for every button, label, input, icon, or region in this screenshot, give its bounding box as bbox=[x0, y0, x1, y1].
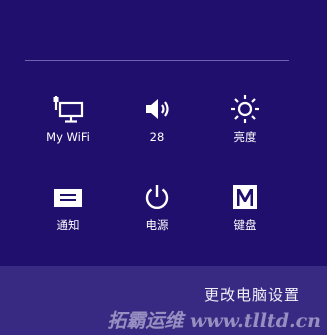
notification-icon bbox=[50, 180, 86, 214]
tile-brightness[interactable]: 亮度 bbox=[203, 92, 287, 162]
tile-label: 通知 bbox=[56, 218, 80, 232]
tile-volume[interactable]: 28 bbox=[115, 92, 199, 162]
tile-label: 亮度 bbox=[233, 130, 257, 144]
tile-power[interactable]: 电源 bbox=[115, 180, 199, 250]
tile-label: My WiFi bbox=[46, 130, 90, 144]
keyboard-icon bbox=[227, 180, 263, 214]
wifi-network-icon bbox=[50, 92, 86, 126]
power-icon bbox=[139, 180, 175, 214]
bottom-bar: 更改电脑设置 拓霸运维 www.tlltd.cn bbox=[0, 266, 327, 335]
tile-label: 键盘 bbox=[233, 218, 257, 232]
tile-keyboard[interactable]: 键盘 bbox=[203, 180, 287, 250]
watermark: 拓霸运维 www.tlltd.cn bbox=[107, 310, 321, 332]
brightness-icon bbox=[227, 92, 263, 126]
tile-label: 28 bbox=[149, 130, 165, 144]
tile-label: 电源 bbox=[145, 218, 169, 232]
volume-icon bbox=[139, 92, 175, 126]
tile-network[interactable]: My WiFi bbox=[26, 92, 110, 162]
tile-notifications[interactable]: 通知 bbox=[26, 180, 110, 250]
change-pc-settings-link[interactable]: 更改电脑设置 bbox=[204, 284, 300, 305]
divider bbox=[25, 60, 289, 61]
